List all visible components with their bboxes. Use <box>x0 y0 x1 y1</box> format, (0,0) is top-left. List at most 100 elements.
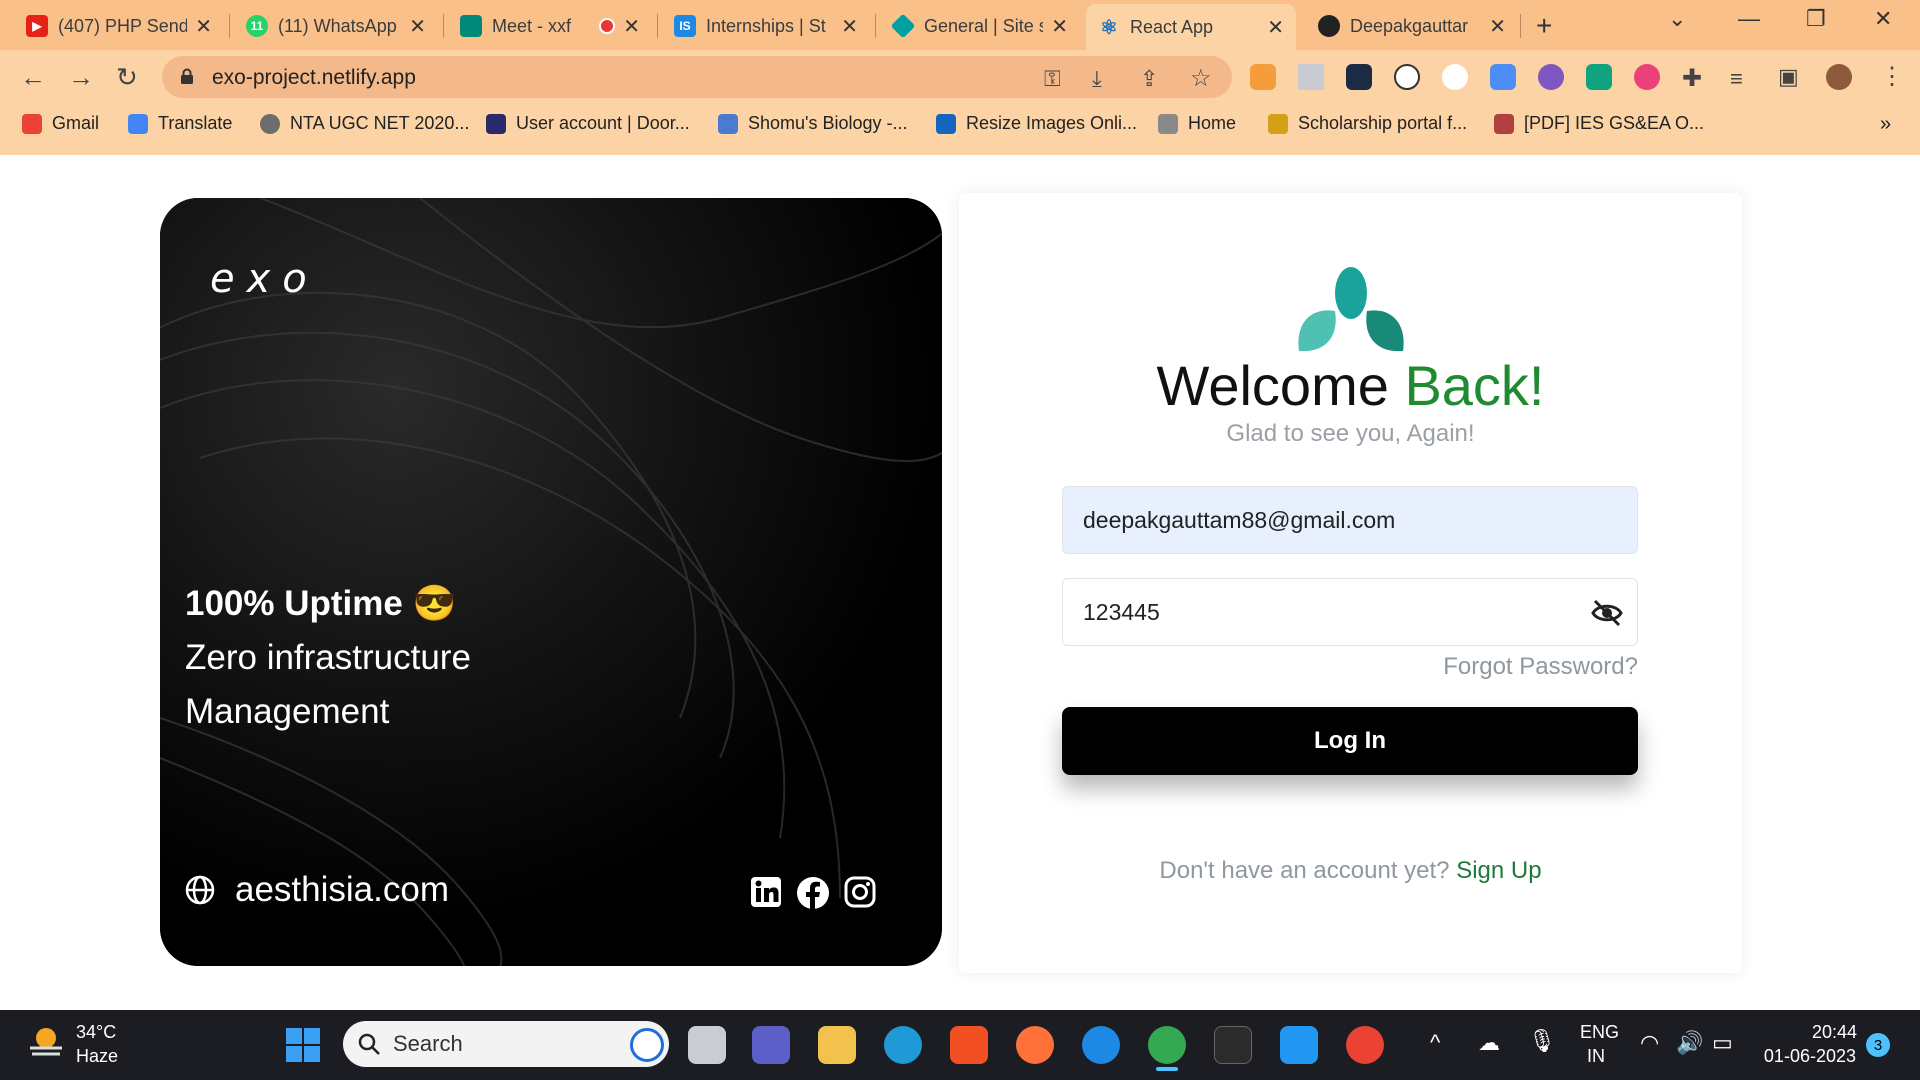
extension-icon[interactable] <box>1298 64 1324 90</box>
bookmarks-overflow-button[interactable]: » <box>1880 113 1891 136</box>
tab-whatsapp[interactable]: 11 (11) WhatsApp ✕ <box>234 6 438 46</box>
bookmark-user-account[interactable]: User account | Door... <box>486 113 690 134</box>
language-indicator[interactable]: ENG <box>1580 1022 1619 1043</box>
chrome-icon[interactable] <box>1346 1026 1384 1064</box>
eye-off-icon[interactable] <box>1591 599 1623 627</box>
bookmark-resize-images[interactable]: Resize Images Onli... <box>936 113 1137 134</box>
task-view-icon[interactable] <box>688 1026 726 1064</box>
tab-internships[interactable]: IS Internships | St ✕ <box>662 6 870 46</box>
close-icon[interactable]: ✕ <box>1267 15 1284 40</box>
new-tab-button[interactable]: + <box>1536 10 1552 42</box>
bookmark-label: Scholarship portal f... <box>1298 113 1468 133</box>
vscode-icon[interactable] <box>1280 1026 1318 1064</box>
share-icon[interactable]: ⇪ <box>1140 66 1158 92</box>
forgot-password-link[interactable]: Forgot Password? <box>1443 653 1638 681</box>
battery-icon[interactable]: ▭ <box>1712 1030 1733 1056</box>
bookmark-gmail[interactable]: Gmail <box>22 113 99 134</box>
bookmark-translate[interactable]: Translate <box>128 113 232 134</box>
translate-extension-icon[interactable] <box>1490 64 1516 90</box>
extension-icon[interactable] <box>1538 64 1564 90</box>
extension-icon[interactable] <box>1346 64 1372 90</box>
install-icon[interactable]: ⤓ <box>1092 66 1102 92</box>
bookmark-nta[interactable]: NTA UGC NET 2020... <box>260 113 469 134</box>
tab-youtube[interactable]: ▶ (407) PHP Send ✕ <box>14 6 224 46</box>
bookmark-shomus-biology[interactable]: Shomu's Biology -... <box>718 113 908 134</box>
taskbar-search[interactable]: Search <box>343 1021 669 1067</box>
linkedin-icon[interactable] <box>750 876 782 908</box>
rocket-icon <box>1494 113 1514 134</box>
close-icon[interactable]: ✕ <box>409 14 426 39</box>
extension-icon[interactable] <box>1442 64 1468 90</box>
instagram-icon[interactable] <box>844 876 876 908</box>
extension-icon[interactable] <box>1250 64 1276 90</box>
signup-link[interactable]: Sign Up <box>1456 857 1541 884</box>
store-icon[interactable] <box>950 1026 988 1064</box>
wifi-icon[interactable]: ◠ <box>1640 1030 1659 1056</box>
chevron-up-icon[interactable]: ^ <box>1430 1030 1440 1056</box>
bookmark-scholarship[interactable]: Scholarship portal f... <box>1268 113 1467 134</box>
weather-haze-icon[interactable] <box>26 1022 66 1062</box>
close-icon[interactable]: ✕ <box>1489 14 1506 39</box>
weather-temp: 34°C <box>76 1022 117 1042</box>
welcome-title: Welcome Back! <box>959 353 1742 418</box>
back-button[interactable]: ← <box>20 62 46 93</box>
exo-logo: exo <box>210 256 319 302</box>
bookmark-ies-pdf[interactable]: [PDF] IES GS&EA O... <box>1494 113 1704 134</box>
notification-badge[interactable]: 3 <box>1866 1033 1890 1057</box>
extension-icon[interactable] <box>1634 64 1660 90</box>
file-explorer-icon[interactable] <box>818 1026 856 1064</box>
hero-headline: 100% Uptime 😎 <box>185 584 457 623</box>
facebook-icon[interactable] <box>796 876 830 910</box>
restore-button[interactable]: ❐ <box>1806 6 1826 32</box>
signup-prompt-text: Don't have an account yet? <box>1159 857 1450 884</box>
key-icon[interactable]: ⚿ <box>1044 66 1061 92</box>
website-link[interactable]: aesthisia.com <box>185 870 449 910</box>
help-icon[interactable] <box>1082 1026 1120 1064</box>
cloud-icon[interactable]: ☁ <box>1478 1030 1500 1056</box>
login-button[interactable]: Log In <box>1062 707 1638 775</box>
translate-icon <box>128 113 148 134</box>
chrome-icon[interactable] <box>1148 1026 1186 1064</box>
chat-icon[interactable] <box>752 1026 790 1064</box>
site-icon <box>1158 113 1178 134</box>
hero-subline: Management <box>185 692 390 731</box>
extension-icon[interactable] <box>1586 64 1612 90</box>
tab-github[interactable]: Deepakgauttar ✕ <box>1306 6 1518 46</box>
close-icon[interactable]: ✕ <box>623 14 640 39</box>
bookmark-label: Translate <box>158 113 233 133</box>
forward-button[interactable]: → <box>68 62 94 93</box>
recording-icon <box>599 18 616 34</box>
close-icon[interactable]: ✕ <box>841 14 858 39</box>
password-field[interactable]: 123445 <box>1062 578 1638 646</box>
reading-list-icon[interactable]: ≡ <box>1730 66 1743 92</box>
firefox-icon[interactable] <box>1016 1026 1054 1064</box>
reload-button[interactable]: ↻ <box>116 62 138 93</box>
tab-react-app[interactable]: ⚛ React App ✕ <box>1086 4 1296 50</box>
clock-date[interactable]: 01-06-2023 <box>1762 1046 1856 1067</box>
close-icon[interactable]: ✕ <box>1051 14 1068 39</box>
tab-search-icon[interactable]: ⌄ <box>1668 6 1686 32</box>
avatar[interactable] <box>1826 64 1852 90</box>
tab-general[interactable]: General | Site s ✕ <box>880 6 1080 46</box>
extension-icon[interactable] <box>1394 64 1420 90</box>
puzzle-icon[interactable]: ✚ <box>1682 64 1702 93</box>
signup-prompt: Don't have an account yet? Sign Up <box>959 857 1742 885</box>
volume-icon[interactable]: 🔊 <box>1676 1030 1703 1056</box>
tab-meet[interactable]: Meet - xxf ✕ <box>448 6 652 46</box>
clock-time[interactable]: 20:44 <box>1812 1022 1857 1043</box>
bookmark-home[interactable]: Home <box>1158 113 1236 134</box>
bookmark-label: Shomu's Biology -... <box>748 113 908 133</box>
bing-icon[interactable] <box>630 1028 664 1062</box>
side-panel-icon[interactable]: ▣ <box>1778 64 1799 90</box>
minimize-button[interactable]: — <box>1738 6 1760 32</box>
close-icon[interactable]: ✕ <box>195 14 212 39</box>
star-icon[interactable]: ☆ <box>1190 64 1212 93</box>
email-field[interactable]: deepakgauttam88@gmail.com <box>1062 486 1638 554</box>
url-text[interactable]: exo-project.netlify.app <box>212 66 416 90</box>
close-window-button[interactable]: ✕ <box>1874 6 1892 32</box>
windows-start-icon[interactable] <box>285 1027 321 1063</box>
terminal-icon[interactable] <box>1214 1026 1252 1064</box>
edge-icon[interactable] <box>884 1026 922 1064</box>
microphone-icon[interactable]: 🎙 <box>1528 1028 1556 1054</box>
menu-icon[interactable]: ⋮ <box>1880 62 1904 91</box>
